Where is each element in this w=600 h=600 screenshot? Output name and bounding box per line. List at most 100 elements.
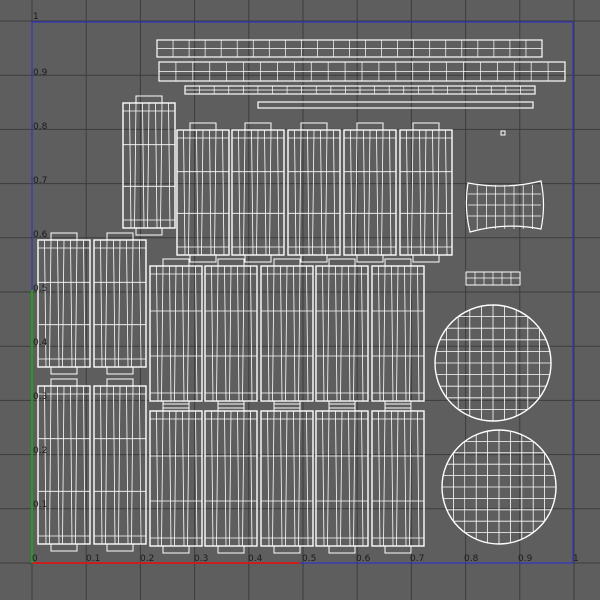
log-shell-island [260,258,314,409]
bundle-piece-island [465,180,545,233]
shell-cap [412,254,440,263]
strip-outline [257,101,534,109]
shell-edge [242,410,245,547]
shell-cap [217,545,245,554]
shell-edge [272,410,275,547]
shell-edge [62,385,65,545]
v-axis-label: 0.5 [33,284,47,294]
uv-canvas[interactable]: 1 0.9 0.8 0.7 0.6 0.5 0.4 0.3 0.2 0.1 0 … [0,0,600,600]
shell-edge [222,129,225,256]
v-axis-label: 0.3 [33,392,47,402]
shell-edge [389,129,392,256]
shell-edge [160,102,163,229]
shell-edge [432,129,435,256]
shell-edge [161,265,164,402]
shell-edge [368,129,371,256]
shell-edge [196,129,199,256]
shell-edge [350,129,353,256]
small-strip-island [465,271,521,286]
shell-edge [391,265,394,402]
shell-cap [106,378,134,387]
v-axis-label: 0.6 [33,230,48,240]
shell-edge [294,129,297,256]
shell-edge [363,129,366,256]
shell-edge [105,385,108,545]
shell-edge [361,265,364,402]
shell-edge [381,129,384,256]
shell-edge [75,385,78,545]
shell-edge [396,410,399,547]
shell-edge [113,385,116,545]
shell-edge [188,129,191,256]
u-axis-label: 0.8 [464,554,479,564]
end-cap-island [434,304,552,422]
shell-edge [113,239,116,368]
shell-edge [83,239,86,368]
log-shell-island [93,378,147,552]
shell-edge [335,265,338,402]
shell-edge [49,385,52,545]
shell-edge [409,265,412,402]
shell-edge [118,385,121,545]
shell-edge [75,239,78,368]
u-axis-label: 0.3 [194,554,208,564]
shell-edge [142,102,145,229]
bark-strip-island [158,61,566,82]
shell-edge [195,265,198,402]
shell-edge [237,410,240,547]
shell-edge [437,129,440,256]
shell-edge [211,265,214,402]
v-axis-label: 0.9 [33,68,48,78]
shell-edge [406,129,409,256]
shell-cap [384,545,412,554]
shell-edge [100,239,103,368]
shell-edge [299,129,302,256]
v-axis-top-label: 1 [33,12,39,22]
v-axis-label: 0.7 [33,176,47,186]
shell-edge [250,410,253,547]
shell-edge [417,265,420,402]
log-shell-island [37,232,91,375]
log-shell-island [315,403,369,554]
shell-edge [293,265,296,402]
shell-edge [353,410,356,547]
shell-edge [129,102,132,229]
log-shell-island [176,122,230,263]
shell-edge [267,410,270,547]
shell-edge [201,129,204,256]
u-axis-label: 0.2 [140,554,154,564]
shell-edge [118,239,121,368]
shell-edge [285,410,288,547]
uv-editor-viewport[interactable]: 1 0.9 0.8 0.7 0.6 0.5 0.4 0.3 0.2 0.1 0 … [0,0,600,600]
shell-edge [131,239,134,368]
v-axis-label: 0.4 [33,338,48,348]
shell-edge [216,410,219,547]
v-axis-label: 0.2 [33,446,47,456]
shell-edge [325,129,328,256]
shell-edge [298,410,301,547]
shell-edge [183,129,186,256]
shell-edge [445,129,448,256]
shell-edge [264,129,267,256]
log-shell-island [371,403,425,554]
shell-edge [340,410,343,547]
shell-cap [384,258,412,267]
shell-edge [417,410,420,547]
shell-cap [273,258,301,267]
shell-edge [169,410,172,547]
log-shell-island [37,378,91,552]
shell-edge [409,410,412,547]
shell-edge [131,385,134,545]
shell-edge [49,239,52,368]
u-axis-label: 0.7 [410,554,424,564]
shell-edge [174,410,177,547]
shell-cap [189,254,217,263]
shell-edge [195,410,198,547]
shell-edge [44,385,47,545]
shell-edge [62,239,65,368]
shell-edge [335,410,338,547]
shell-edge [57,239,60,368]
shell-cap [50,543,78,552]
shell-edge [361,410,364,547]
shell-edge [333,129,336,256]
